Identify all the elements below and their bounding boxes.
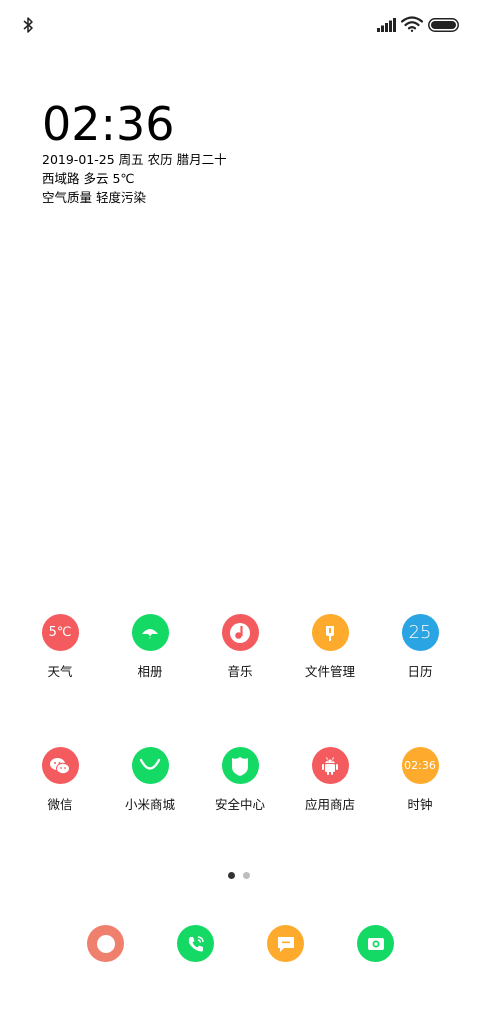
weather-text: 西域路 多云 5℃ bbox=[42, 171, 135, 186]
mi-store-glyph bbox=[139, 758, 161, 770]
clock-icon-time: 02:36 bbox=[404, 759, 436, 772]
clock-time: 02:36 bbox=[42, 97, 175, 151]
weather-icon-temp: 5℃ bbox=[48, 625, 72, 640]
wechat-icon bbox=[41, 747, 79, 784]
app-label: 日历 bbox=[407, 664, 433, 679]
weather-icon: 5℃ bbox=[41, 614, 79, 651]
browser-glyph bbox=[96, 934, 115, 953]
wifi-icon bbox=[401, 16, 423, 32]
music-glyph bbox=[230, 622, 250, 643]
app-app-store[interactable]: 应用商店 bbox=[285, 747, 375, 813]
calendar-icon: 25 bbox=[401, 614, 439, 651]
app-label: 应用商店 bbox=[304, 797, 355, 812]
mi-store-icon bbox=[131, 747, 169, 784]
calendar-icon-date: 25 bbox=[408, 622, 432, 643]
app-label: 文件管理 bbox=[304, 664, 355, 679]
music-icon bbox=[221, 614, 259, 651]
app-clock[interactable]: 02:36 时钟 bbox=[375, 747, 465, 813]
home-screen: 02:36 2019-01-25 周五 农历 腊月二十 西域路 多云 5℃ 空气… bbox=[0, 0, 480, 1013]
app-label: 音乐 bbox=[227, 664, 253, 679]
clock-icon: 02:36 bbox=[401, 747, 439, 784]
file-manager-glyph bbox=[326, 625, 334, 641]
camera-glyph bbox=[367, 937, 384, 950]
app-weather[interactable]: 5℃ 天气 bbox=[15, 614, 105, 680]
app-security-center[interactable]: 安全中心 bbox=[195, 747, 285, 813]
app-label: 时钟 bbox=[407, 797, 433, 812]
bluetooth-icon bbox=[23, 17, 33, 33]
status-bar bbox=[0, 0, 480, 50]
phone-glyph bbox=[188, 935, 204, 951]
app-label: 微信 bbox=[47, 797, 73, 812]
clock-widget[interactable]: 02:36 2019-01-25 周五 农历 腊月二十 西域路 多云 5℃ 空气… bbox=[42, 98, 342, 207]
app-label: 安全中心 bbox=[214, 797, 265, 812]
app-gallery[interactable]: 相册 bbox=[105, 614, 195, 680]
camera-icon[interactable] bbox=[357, 925, 394, 962]
app-label: 相册 bbox=[137, 664, 163, 679]
shield-glyph bbox=[232, 756, 248, 776]
messages-glyph bbox=[277, 936, 294, 952]
signal-icon bbox=[377, 18, 396, 32]
security-shield-icon bbox=[221, 747, 259, 784]
page-dot-inactive bbox=[243, 872, 250, 879]
app-music[interactable]: 音乐 bbox=[195, 614, 285, 680]
gallery-glyph bbox=[142, 628, 158, 639]
app-file-manager[interactable]: 文件管理 bbox=[285, 614, 375, 680]
browser-icon[interactable] bbox=[87, 925, 124, 962]
app-calendar[interactable]: 25 日历 bbox=[375, 614, 465, 680]
app-label: 天气 bbox=[47, 664, 73, 679]
messages-icon[interactable] bbox=[267, 925, 304, 962]
date-lunar-text: 2019-01-25 周五 农历 腊月二十 bbox=[42, 152, 227, 167]
page-dot-active bbox=[228, 872, 235, 879]
air-quality-text: 空气质量 轻度污染 bbox=[42, 190, 146, 205]
phone-icon[interactable] bbox=[177, 925, 214, 962]
file-manager-icon bbox=[311, 614, 349, 651]
android-icon bbox=[311, 747, 349, 784]
app-label: 小米商城 bbox=[124, 797, 175, 812]
gallery-icon bbox=[131, 614, 169, 651]
wechat-glyph bbox=[50, 757, 70, 774]
page-indicator[interactable] bbox=[226, 872, 256, 880]
battery-icon bbox=[428, 18, 459, 32]
app-mi-store[interactable]: 小米商城 bbox=[105, 747, 195, 813]
android-glyph bbox=[322, 756, 338, 775]
app-wechat[interactable]: 微信 bbox=[15, 747, 105, 813]
